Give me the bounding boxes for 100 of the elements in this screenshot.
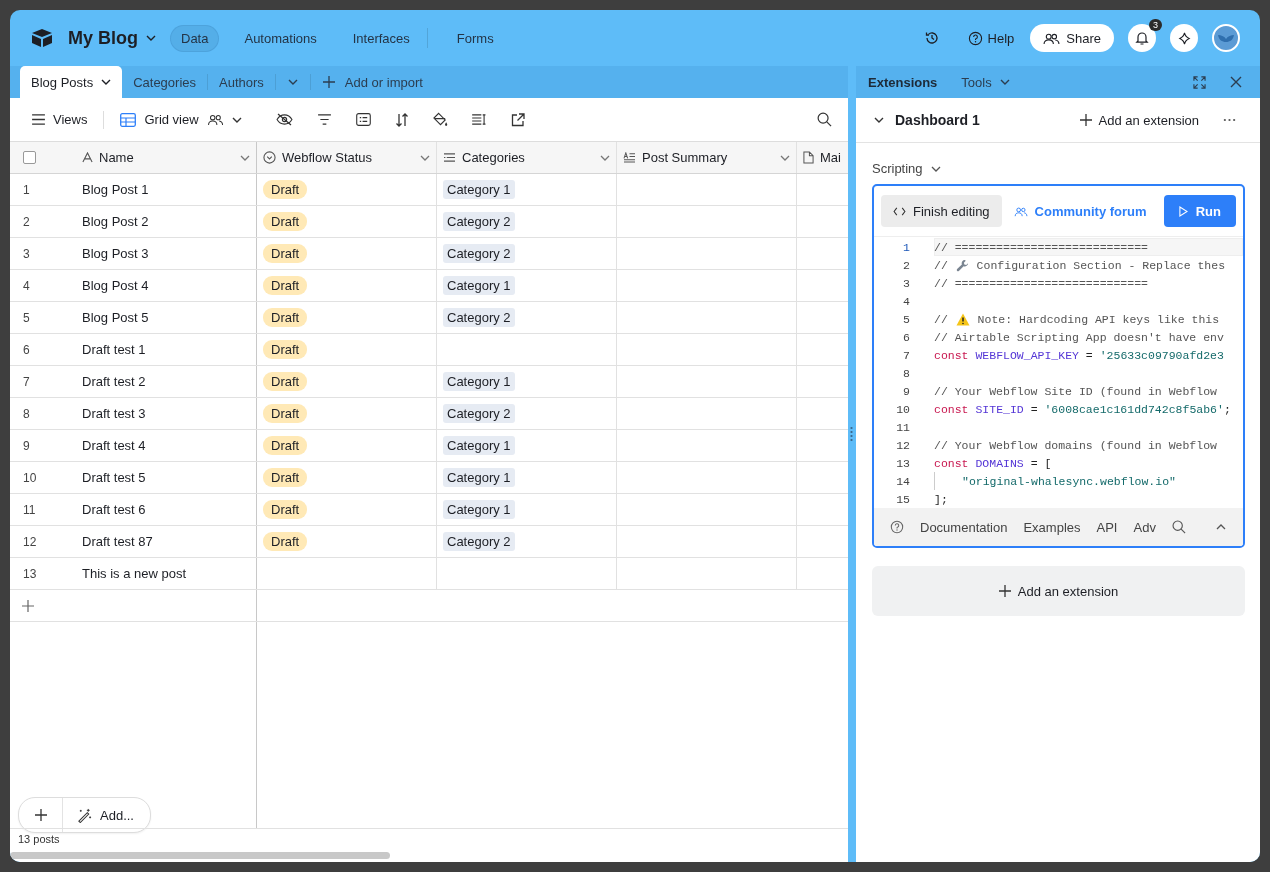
people-icon (206, 113, 224, 126)
ai-assistant-button[interactable] (1170, 24, 1198, 52)
run-button[interactable]: Run (1163, 195, 1236, 227)
history-icon[interactable] (923, 30, 940, 46)
hide-fields-icon[interactable] (275, 113, 293, 126)
play-icon (1178, 205, 1188, 217)
line-number: 9 (902, 384, 910, 398)
docs-tab[interactable]: Adv (1133, 519, 1156, 535)
status-tag: Draft (263, 532, 308, 551)
line-number: 1 (902, 240, 910, 254)
row-number: 6 (23, 342, 30, 357)
caret-up-icon[interactable] (1215, 524, 1226, 530)
column-header[interactable]: Post Summary (617, 142, 797, 173)
category-tag: Category 2 (443, 404, 515, 423)
table-cell: Blog Post 2 (82, 214, 149, 229)
status-tag: Draft (263, 372, 308, 391)
table-tab[interactable]: Categories (122, 66, 208, 98)
filter-icon[interactable] (316, 114, 332, 125)
nav-tab[interactable]: Forms (445, 24, 505, 52)
column-header[interactable]: Categories (437, 142, 617, 173)
category-tag: Category 1 (443, 436, 515, 455)
plus-icon (322, 76, 335, 88)
chevron-down-icon (930, 165, 941, 172)
paint-bucket-icon[interactable] (432, 112, 448, 127)
share-view-icon[interactable] (510, 112, 525, 127)
code-text: '6008cae1c161dd742c8f5ab6' (1044, 402, 1224, 416)
category-tag: Category 2 (443, 532, 515, 551)
table-tab[interactable]: Blog Posts (20, 66, 123, 98)
search-icon[interactable] (817, 112, 832, 127)
status-tag: Draft (263, 404, 308, 423)
code-text: ; (1223, 402, 1231, 416)
add-extension-button[interactable]: Add an extension (872, 566, 1245, 616)
plus-icon (34, 809, 47, 821)
row-number: 7 (23, 374, 30, 389)
grid-view-button[interactable]: Grid view (120, 112, 242, 127)
chevron-down-icon[interactable] (287, 79, 298, 85)
code-text: // Your Webflow domains (found in Webflow (934, 438, 1217, 452)
line-number: 10 (895, 402, 910, 416)
record-count: 13 posts (18, 833, 61, 845)
table-tab[interactable]: Authors (208, 66, 275, 98)
base-name-button[interactable]: My Blog (68, 27, 156, 49)
code-text: // Your Webflow Site ID (found in Webflow (934, 384, 1217, 398)
column-header[interactable]: Mai (797, 142, 848, 173)
notifications-button[interactable] (1128, 24, 1156, 52)
document-icon (803, 151, 814, 164)
code-text: ]; (934, 492, 948, 506)
add-with-ai-button[interactable]: Add... (63, 798, 150, 832)
line-number: 4 (902, 294, 910, 308)
more-icon[interactable] (1223, 118, 1236, 122)
sort-icon[interactable] (394, 112, 409, 127)
line-number: 15 (895, 492, 910, 506)
resize-handle[interactable] (850, 426, 853, 442)
add-row-icon[interactable] (22, 599, 34, 612)
column-header[interactable]: Webflow Status (257, 142, 437, 173)
scrollbar[interactable] (10, 852, 390, 859)
code-text: const (934, 348, 970, 362)
code-text: WEBFLOW_API_KEY (975, 348, 1079, 362)
views-button[interactable]: Views (32, 112, 88, 127)
add-extension-button[interactable]: Add an extension (1079, 112, 1199, 128)
help-icon (967, 30, 983, 46)
nav-tab[interactable]: Data (170, 24, 220, 52)
column-header[interactable]: Name (72, 142, 257, 173)
row-number: 1 (23, 182, 30, 197)
docs-tab[interactable]: Documentation (920, 519, 1008, 535)
line-number: 7 (902, 348, 910, 362)
wrench-icon (955, 258, 969, 272)
panel-tab[interactable]: Tools (961, 74, 1010, 90)
select-all-checkbox[interactable] (23, 151, 36, 164)
row-number: 11 (23, 502, 36, 517)
avatar-icon[interactable] (1212, 24, 1240, 52)
line-number: 6 (902, 330, 910, 344)
group-icon[interactable] (355, 113, 371, 126)
row-height-icon[interactable] (471, 114, 487, 125)
dashboard-button[interactable]: Dashboard 1 (874, 112, 980, 128)
nav-tab[interactable]: Interfaces (341, 24, 421, 52)
community-forum-link[interactable]: Community forum (1013, 203, 1147, 219)
line-number: 2 (902, 258, 910, 272)
close-icon[interactable] (1230, 76, 1242, 88)
chevron-down-icon (874, 117, 884, 123)
row-number: 8 (23, 406, 30, 421)
code-text: Configuration Section - Replace thes (975, 258, 1226, 272)
line-number: 14 (895, 474, 910, 488)
panel-tab[interactable]: Extensions (868, 74, 938, 90)
code-text: = (1029, 402, 1039, 416)
expand-icon[interactable] (1193, 75, 1206, 89)
share-button[interactable]: Share (1030, 24, 1114, 52)
help-icon[interactable] (890, 520, 904, 534)
docs-tab[interactable]: API (1096, 519, 1118, 535)
line-number: 8 (902, 366, 910, 380)
help-button[interactable]: Help (967, 30, 1015, 46)
status-tag: Draft (263, 468, 308, 487)
table-cell: Draft test 4 (82, 438, 146, 453)
row-number: 3 (23, 246, 30, 261)
add-table-button[interactable]: Add or import (310, 74, 435, 90)
extension-name-button[interactable]: Scripting (872, 161, 941, 176)
docs-tab[interactable]: Examples (1023, 519, 1081, 535)
finish-editing-button[interactable]: Finish editing (881, 195, 1002, 227)
search-icon[interactable] (1171, 520, 1186, 534)
chevron-down-icon (420, 154, 430, 161)
nav-tab[interactable]: Automations (233, 24, 328, 52)
